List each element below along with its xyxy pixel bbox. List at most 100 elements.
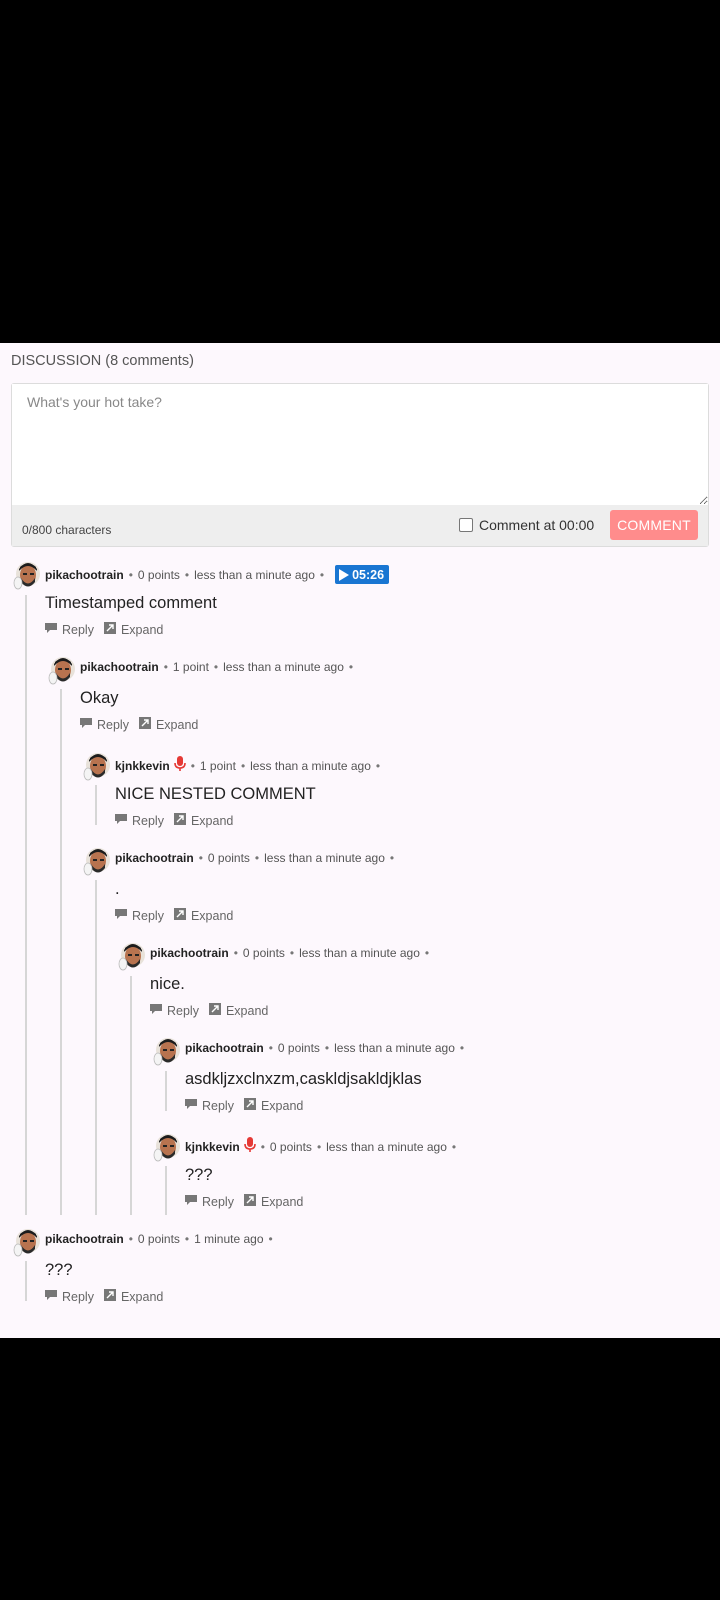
avatar[interactable]	[151, 1035, 181, 1066]
expand-icon	[103, 622, 121, 637]
reply-button[interactable]: Reply	[150, 1003, 199, 1018]
thread-line	[60, 689, 62, 1215]
comment-input[interactable]	[12, 384, 708, 505]
comment-at-timestamp-label: Comment at 00:00	[479, 517, 595, 533]
expand-button[interactable]: Expand	[208, 1003, 268, 1018]
reply-label: Reply	[202, 1194, 234, 1209]
comment-time: less than a minute ago	[326, 1139, 447, 1154]
separator-dot: •	[424, 946, 430, 960]
comment-at-timestamp-checkbox[interactable]: Comment at 00:00	[459, 517, 594, 533]
comment-time: less than a minute ago	[223, 660, 344, 674]
comment-actions: Reply Expand	[150, 1003, 278, 1018]
reply-icon	[185, 1194, 202, 1209]
reply-button[interactable]: Reply	[45, 1289, 94, 1304]
separator-dot: •	[348, 660, 354, 674]
comment-button[interactable]: COMMENT	[610, 510, 698, 540]
comment-points: 0 points	[137, 567, 180, 582]
username[interactable]: kjnkkevin	[185, 1140, 240, 1154]
checkbox-box[interactable]	[459, 518, 473, 532]
timestamp-badge[interactable]: 05:26	[335, 565, 390, 584]
username[interactable]: pikachootrain	[80, 660, 159, 674]
reply-icon	[80, 717, 97, 732]
reply-button[interactable]: Reply	[185, 1194, 234, 1209]
comment-actions: Reply Expand	[185, 1194, 313, 1209]
reply-button[interactable]: Reply	[80, 717, 129, 732]
expand-button[interactable]: Expand	[243, 1194, 303, 1209]
username[interactable]: pikachootrain	[185, 1041, 264, 1055]
reply-button[interactable]: Reply	[45, 622, 94, 637]
microphone-icon	[173, 756, 186, 775]
expand-button[interactable]: Expand	[103, 1289, 163, 1304]
separator-dot: •	[240, 758, 246, 773]
separator-dot: •	[268, 1041, 273, 1055]
username[interactable]: pikachootrain	[115, 851, 194, 865]
expand-button[interactable]: Expand	[103, 622, 163, 637]
reply-button[interactable]: Reply	[115, 908, 164, 923]
comment-text: Timestamped comment	[45, 594, 217, 612]
avatar[interactable]	[81, 750, 111, 781]
separator-dot: •	[260, 1139, 265, 1154]
reply-icon	[115, 908, 132, 923]
avatar[interactable]	[81, 845, 111, 876]
comment-points: 0 points	[277, 1041, 320, 1055]
expand-button[interactable]: Expand	[173, 813, 233, 828]
comment-actions: Reply Expand	[80, 717, 208, 732]
bottom-black-area	[0, 1338, 720, 1600]
reply-label: Reply	[97, 717, 129, 732]
comment-composer: 0/800 characters Comment at 00:00 COMMEN…	[11, 383, 709, 547]
separator-dot: •	[316, 1139, 322, 1154]
avatar[interactable]	[116, 940, 146, 971]
username[interactable]: pikachootrain	[45, 1232, 124, 1246]
username[interactable]: pikachootrain	[45, 568, 124, 582]
reply-icon	[45, 622, 62, 637]
reply-label: Reply	[132, 908, 164, 923]
comment-points: 0 points	[242, 946, 285, 960]
expand-icon	[103, 1289, 121, 1304]
avatar[interactable]	[11, 1226, 41, 1257]
thread-line	[165, 1071, 167, 1111]
expand-icon	[138, 717, 156, 732]
separator-dot: •	[375, 758, 381, 773]
reply-button[interactable]: Reply	[115, 813, 164, 828]
comment-actions: Reply Expand	[115, 908, 243, 923]
expand-label: Expand	[155, 717, 199, 732]
separator-dot: •	[213, 660, 219, 674]
separator-dot: •	[459, 1041, 465, 1055]
composer-footer: 0/800 characters Comment at 00:00 COMMEN…	[12, 505, 708, 546]
separator-dot: •	[233, 946, 238, 960]
comment-text: asdkljzxclnxzm,caskldjsakldjklas	[185, 1070, 422, 1088]
separator-dot: •	[128, 1232, 133, 1246]
separator-dot: •	[190, 758, 195, 773]
comment-meta: pikachootrain • 0 points • 1 minute ago …	[45, 1232, 278, 1246]
expand-button[interactable]: Expand	[243, 1098, 303, 1113]
expand-button[interactable]: Expand	[173, 908, 234, 923]
comment-text: NICE NESTED COMMENT	[115, 785, 316, 803]
expand-label: Expand	[190, 908, 234, 923]
comment-points: 1 point	[172, 660, 209, 674]
comment-actions: Reply Expand	[185, 1098, 313, 1113]
reply-icon	[185, 1098, 202, 1113]
expand-button[interactable]: Expand	[138, 717, 199, 732]
comment-actions: Reply Expand	[45, 622, 173, 637]
avatar[interactable]	[46, 654, 76, 685]
comment-actions: Reply Expand	[45, 1289, 173, 1304]
comment-time: less than a minute ago	[299, 946, 420, 960]
comment-text: ???	[45, 1261, 73, 1279]
thread-line	[25, 1261, 27, 1301]
comment-points: 0 points	[137, 1232, 180, 1246]
separator-dot: •	[198, 851, 203, 865]
reply-label: Reply	[167, 1003, 199, 1018]
comment-meta: kjnkkevin • 1 point • less than a minute…	[115, 756, 385, 775]
discussion-header: DISCUSSION (8 comments)	[11, 353, 194, 369]
reply-label: Reply	[62, 622, 94, 637]
comment-text: Okay	[80, 689, 119, 707]
reply-button[interactable]: Reply	[185, 1098, 234, 1113]
comment-time: less than a minute ago	[264, 851, 385, 865]
username[interactable]: kjnkkevin	[115, 759, 170, 773]
avatar[interactable]	[151, 1131, 181, 1162]
expand-icon	[243, 1194, 261, 1209]
separator-dot: •	[254, 851, 260, 865]
separator-dot: •	[128, 567, 133, 582]
avatar[interactable]	[11, 559, 41, 590]
username[interactable]: pikachootrain	[150, 946, 229, 960]
